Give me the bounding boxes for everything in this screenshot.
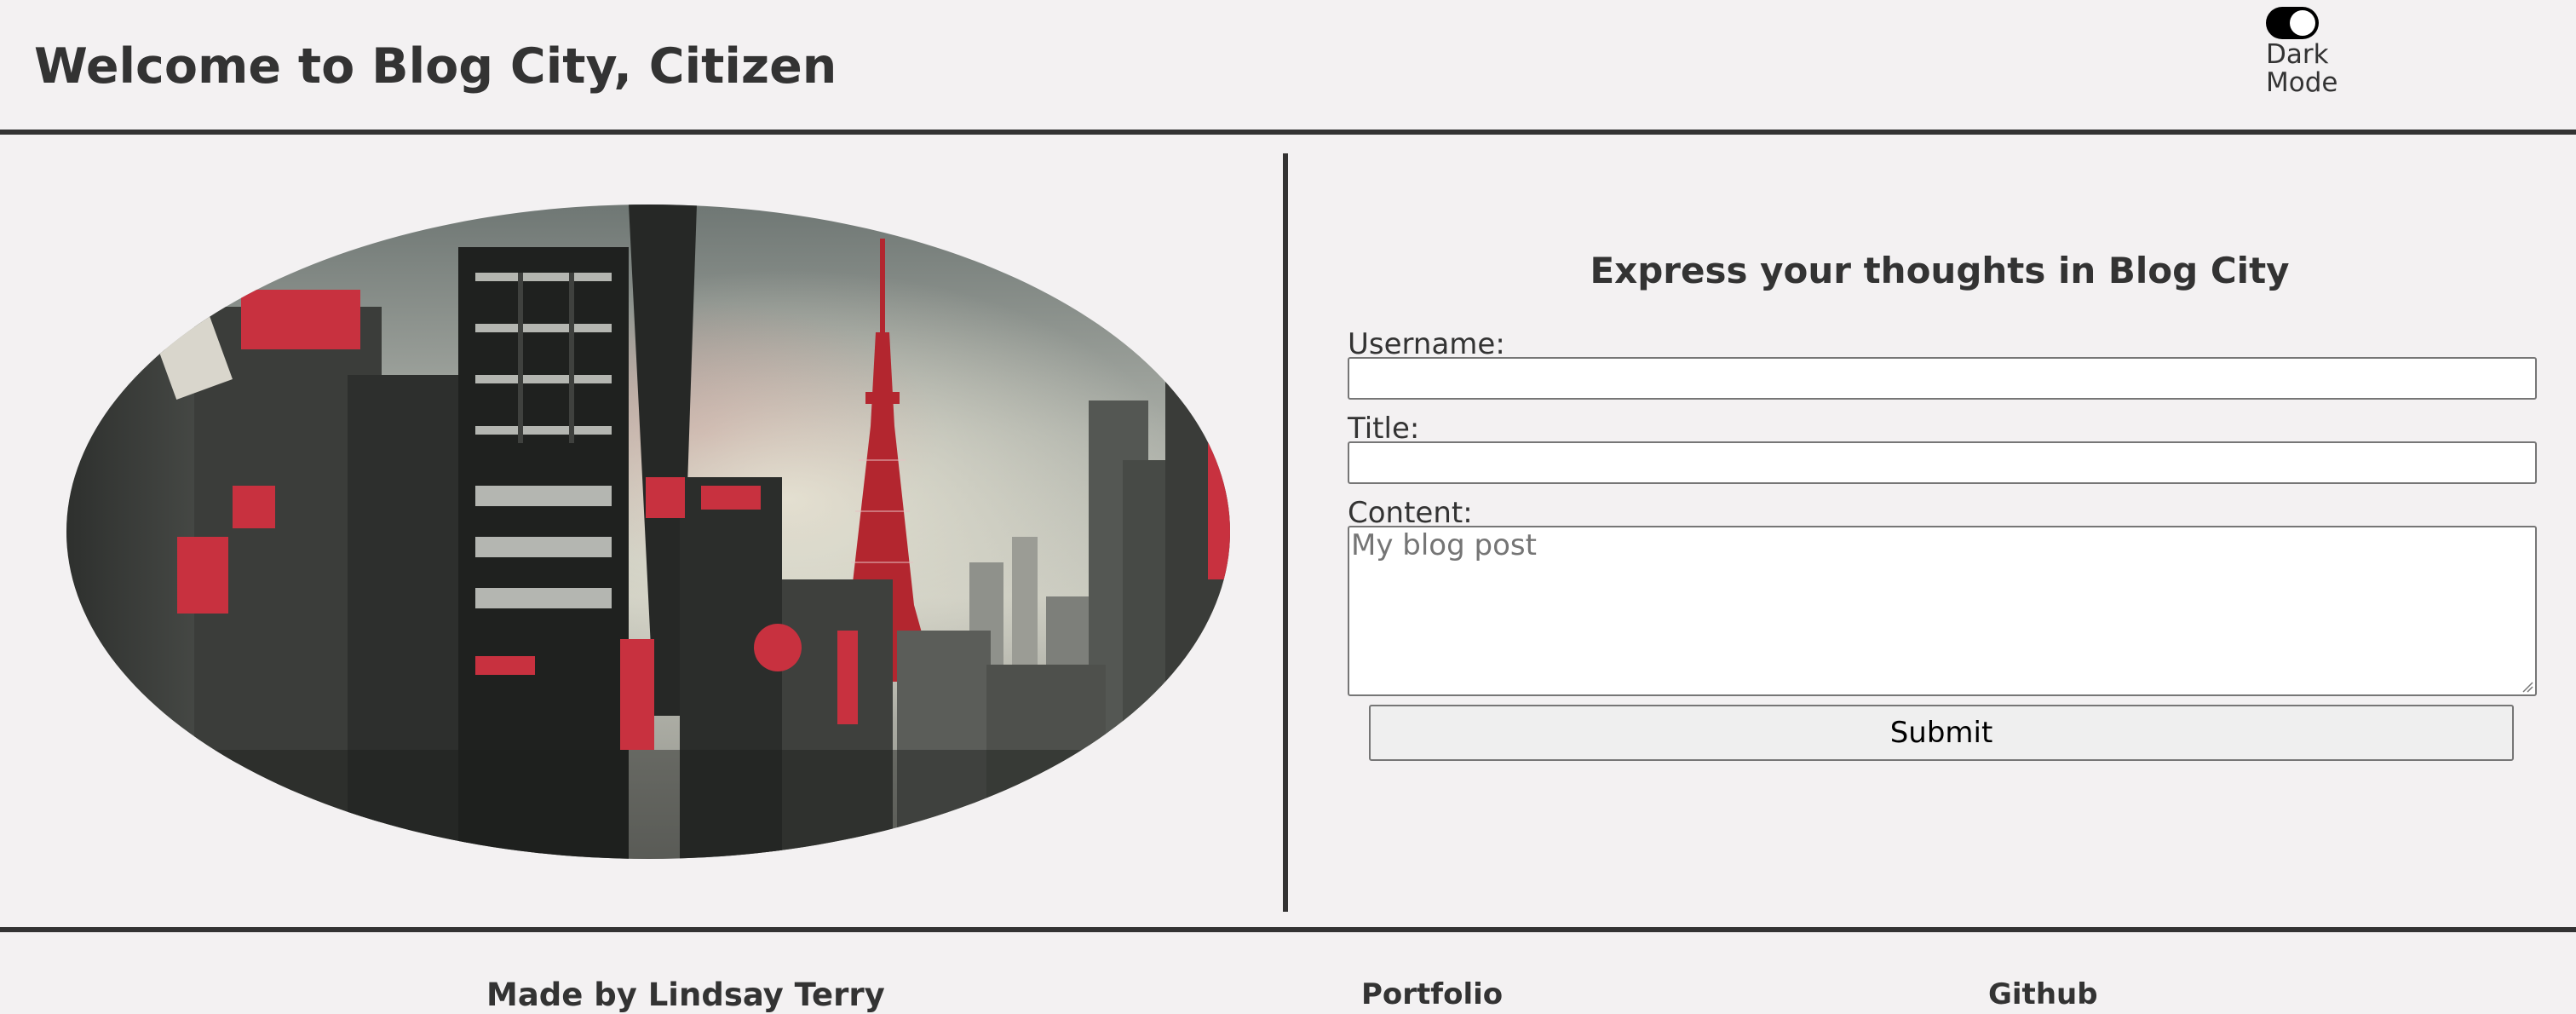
github-link[interactable]: Github <box>1988 977 2098 1012</box>
hero-panel <box>0 135 1283 927</box>
resize-handle-icon[interactable] <box>2521 681 2533 693</box>
hero-image <box>66 205 1230 859</box>
submit-button[interactable]: Submit <box>1369 705 2514 761</box>
content-textarea[interactable]: My blog post <box>1348 526 2537 696</box>
form-heading: Express your thoughts in Blog City <box>1590 250 2290 291</box>
footer-credit: Made by Lindsay Terry <box>486 977 885 1013</box>
title-label: Title: <box>1348 412 1420 446</box>
site-footer: Made by Lindsay Terry Portfolio Github <box>0 927 2576 1014</box>
portfolio-link[interactable]: Portfolio <box>1361 977 1503 1012</box>
content-label: Content: <box>1348 496 1473 530</box>
site-header: Welcome to Blog City, Citizen Dark Mode <box>0 0 2576 135</box>
toggle-knob <box>2290 10 2315 36</box>
blog-post-form: Express your thoughts in Blog City Usern… <box>1288 135 2576 927</box>
dark-mode-control: Dark Mode <box>2266 7 2368 97</box>
page-title: Welcome to Blog City, Citizen <box>34 38 837 95</box>
dark-mode-toggle[interactable] <box>2266 7 2319 39</box>
dark-mode-label: Dark Mode <box>2266 39 2338 98</box>
content-placeholder: My blog post <box>1351 528 1537 562</box>
title-input[interactable] <box>1348 441 2537 484</box>
username-input[interactable] <box>1348 357 2537 400</box>
username-label: Username: <box>1348 327 1505 361</box>
